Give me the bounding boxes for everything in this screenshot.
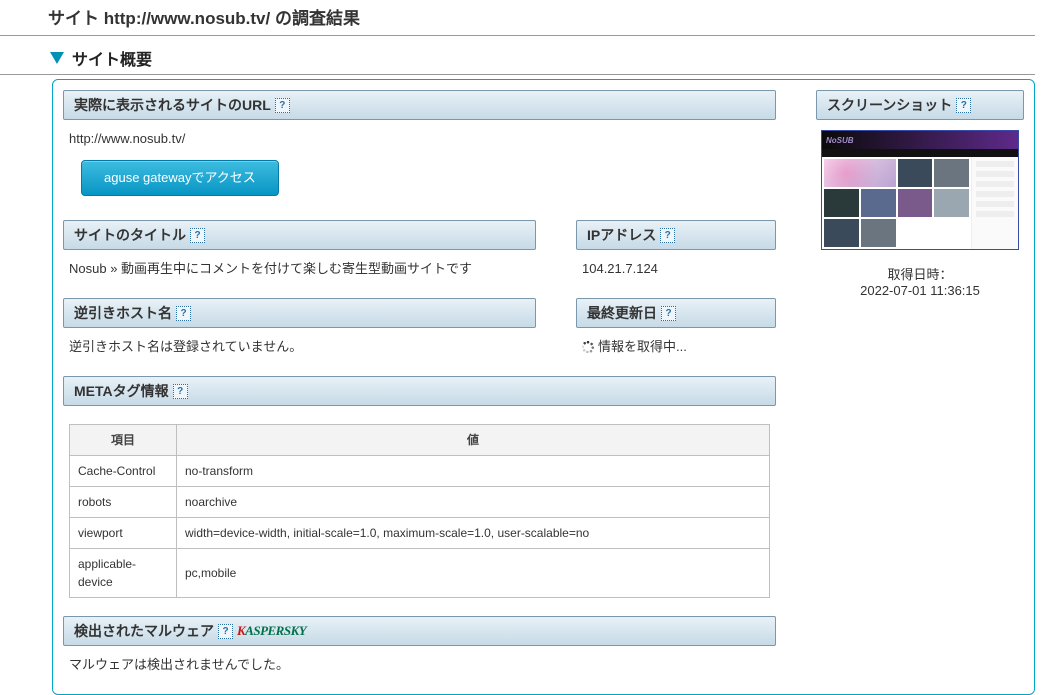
timestamp-value: 2022-07-01 11:36:15: [816, 283, 1024, 298]
site-title-value: Nosub » 動画再生中にコメントを付けて楽しむ寄生型動画サイトです: [63, 250, 536, 284]
lastupdate-value: 情報を取得中...: [576, 328, 776, 362]
panel-head-malware: 検出されたマルウェア ? KASPERSKY: [63, 616, 776, 646]
panel-title-screenshot: スクリーンショット: [827, 95, 952, 115]
panel-head-site-title: サイトのタイトル ?: [63, 220, 536, 250]
panel-head-meta: METAタグ情報 ?: [63, 376, 776, 406]
meta-key: robots: [70, 487, 177, 518]
panel-head-screenshot: スクリーンショット ?: [816, 90, 1024, 120]
panel-head-ip: IPアドレス ?: [576, 220, 776, 250]
panel-title-site-title: サイトのタイトル: [74, 225, 186, 245]
panel-body-meta: 項目 値 Cache-Control no-transform robots: [63, 406, 776, 602]
panel-title-malware: 検出されたマルウェア: [74, 621, 214, 641]
meta-th-item: 項目: [70, 425, 177, 456]
page-heading: サイト http://www.nosub.tv/ の調査結果: [0, 0, 1035, 36]
panel-head-revhost: 逆引きホスト名 ?: [63, 298, 536, 328]
help-icon[interactable]: ?: [660, 228, 675, 243]
help-icon[interactable]: ?: [176, 306, 191, 321]
aguse-gateway-button[interactable]: aguse gatewayでアクセス: [81, 160, 279, 196]
help-icon[interactable]: ?: [190, 228, 205, 243]
meta-key: Cache-Control: [70, 456, 177, 487]
help-icon[interactable]: ?: [956, 98, 971, 113]
lastupdate-text: 情報を取得中...: [598, 339, 687, 354]
ss-site-logo: NoSUB: [826, 136, 854, 145]
section-title: サイト概要: [72, 46, 152, 70]
screenshot-thumbnail[interactable]: NoSUB: [821, 130, 1019, 250]
panel-title-revhost: 逆引きホスト名: [74, 303, 172, 323]
meta-key: applicable-device: [70, 549, 177, 598]
help-icon[interactable]: ?: [218, 624, 233, 639]
table-row: applicable-device pc,mobile: [70, 549, 770, 598]
kaspersky-logo: KASPERSKY: [237, 623, 306, 639]
section-header: サイト概要: [0, 44, 1035, 75]
panel-body-url: http://www.nosub.tv/ aguse gatewayでアクセス: [63, 120, 776, 206]
help-icon[interactable]: ?: [173, 384, 188, 399]
table-row: viewport width=device-width, initial-sca…: [70, 518, 770, 549]
meta-val: pc,mobile: [177, 549, 770, 598]
ip-value: 104.21.7.124: [576, 250, 776, 284]
meta-val: no-transform: [177, 456, 770, 487]
meta-val: width=device-width, initial-scale=1.0, m…: [177, 518, 770, 549]
table-row: Cache-Control no-transform: [70, 456, 770, 487]
meta-table: 項目 値 Cache-Control no-transform robots: [69, 424, 770, 598]
meta-th-value: 値: [177, 425, 770, 456]
panel-head-lastupdate: 最終更新日 ?: [576, 298, 776, 328]
triangle-down-icon: [50, 52, 64, 64]
kaspersky-rest: ASPERSKY: [245, 623, 306, 638]
panel-title-lastupdate: 最終更新日: [587, 303, 657, 323]
malware-value: マルウェアは検出されませんでした。: [63, 646, 776, 680]
overview-box: 実際に表示されるサイトのURL ? http://www.nosub.tv/ a…: [52, 79, 1035, 695]
help-icon[interactable]: ?: [661, 306, 676, 321]
panel-head-url: 実際に表示されるサイトのURL ?: [63, 90, 776, 120]
timestamp-label: 取得日時：: [816, 264, 1024, 283]
displayed-url: http://www.nosub.tv/: [69, 128, 770, 150]
spinner-icon: [582, 341, 594, 353]
panel-title-url: 実際に表示されるサイトのURL: [74, 95, 271, 115]
help-icon[interactable]: ?: [275, 98, 290, 113]
table-row: robots noarchive: [70, 487, 770, 518]
revhost-value: 逆引きホスト名は登録されていません。: [63, 328, 536, 362]
meta-key: viewport: [70, 518, 177, 549]
panel-title-meta: METAタグ情報: [74, 381, 169, 401]
kaspersky-k: K: [237, 623, 245, 638]
panel-title-ip: IPアドレス: [587, 225, 656, 245]
meta-val: noarchive: [177, 487, 770, 518]
